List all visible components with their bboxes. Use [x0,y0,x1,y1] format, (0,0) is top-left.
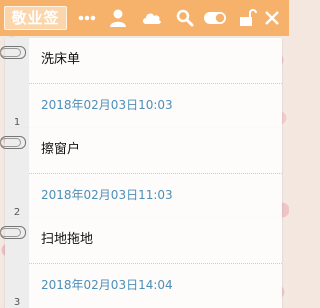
note-index: 2 [13,207,21,218]
note-timestamp: 2018年02月03日10:03 [41,98,173,112]
note-title: 擦窗户 [41,142,81,157]
note-card[interactable]: 2 擦窗户 2018年02月03日11:03 [0,128,282,218]
note-divider [29,83,282,84]
more-icon[interactable] [77,8,97,28]
search-icon[interactable] [175,8,195,28]
note-divider [29,263,282,264]
note-timestamp: 2018年02月03日11:03 [41,188,173,202]
user-icon[interactable] [108,8,128,28]
paperclip-inner [0,138,21,147]
note-index: 1 [13,117,21,128]
toggle-icon[interactable] [203,8,227,28]
note-card[interactable]: 1 洗床单 2018年02月03日10:03 [0,38,282,128]
note-card[interactable]: 3 扫地拖地 2018年02月03日14:04 [0,218,282,308]
paperclip-inner [0,228,21,237]
note-index: 3 [13,297,21,308]
note-divider [29,173,282,174]
note-title: 扫地拖地 [41,232,94,247]
cloud-icon[interactable] [141,8,163,28]
brand-logo-button[interactable]: 敬业签 [4,6,67,30]
note-timestamp: 2018年02月03日14:04 [41,278,173,292]
paperclip-inner [0,48,21,57]
note-title: 洗床单 [41,52,81,67]
toolbar: 敬业签 [0,0,289,36]
lock-icon[interactable] [237,8,257,28]
close-icon[interactable] [262,8,282,28]
